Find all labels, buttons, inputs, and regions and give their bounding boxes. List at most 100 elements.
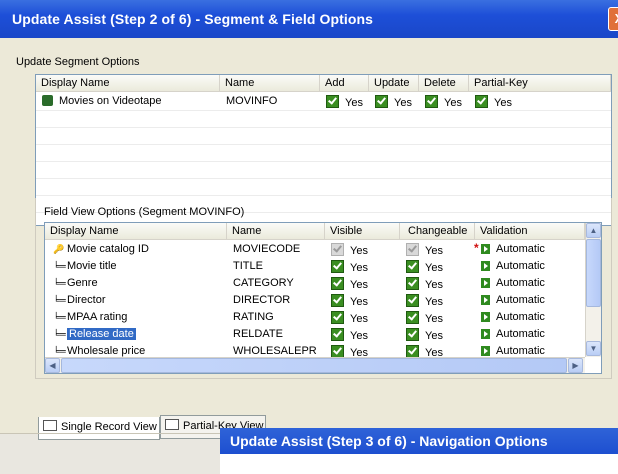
horizontal-scrollbar[interactable]: ◀ ▶: [45, 357, 585, 373]
col-update[interactable]: Update: [369, 75, 419, 92]
partial-key-value: Yes: [494, 97, 512, 109]
visible-value: Yes: [350, 279, 368, 291]
col-visible[interactable]: Visible: [325, 223, 400, 240]
table-row[interactable]: Movies on Videotape: [36, 93, 220, 110]
checkbox-icon: [326, 95, 339, 108]
changeable-checkbox[interactable]: Yes: [400, 275, 475, 292]
single-record-icon: [43, 420, 57, 431]
field-name: MOVIECODE: [233, 243, 301, 255]
checkbox-icon: [331, 328, 344, 341]
visible-checkbox[interactable]: Yes: [325, 326, 400, 343]
add-checkbox[interactable]: Yes: [320, 93, 369, 110]
changeable-checkbox: Yes: [400, 241, 475, 258]
update-checkbox[interactable]: Yes: [369, 93, 419, 110]
table-row[interactable]: ╘═Movie title: [45, 258, 227, 275]
changeable-checkbox[interactable]: Yes: [400, 292, 475, 309]
segment-options-label: Update Segment Options: [16, 56, 140, 68]
col-display-name[interactable]: Display Name: [45, 223, 227, 240]
changeable-value: Yes: [425, 262, 443, 274]
validation-value: Automatic: [496, 345, 545, 357]
field-display-name: Wholesale price: [67, 345, 146, 357]
field-display-name: Genre: [67, 277, 98, 289]
visible-checkbox[interactable]: Yes: [325, 309, 400, 326]
col-name[interactable]: Name: [220, 75, 320, 92]
visible-checkbox[interactable]: Yes: [325, 292, 400, 309]
field-name: RATING: [233, 311, 274, 323]
table-row[interactable]: 🔑 Movie catalog ID: [45, 241, 227, 258]
close-button[interactable]: X: [608, 7, 618, 31]
validation-icon: [481, 261, 490, 271]
checkbox-icon: [475, 95, 488, 108]
scroll-up-icon[interactable]: ▲: [586, 223, 601, 238]
col-changeable[interactable]: Changeable: [400, 223, 475, 240]
segment-display-name: Movies on Videotape: [59, 95, 162, 107]
visible-value: Yes: [350, 330, 368, 342]
col-partial-key[interactable]: Partial-Key: [469, 75, 611, 92]
checkbox-icon: [331, 243, 344, 256]
checkbox-icon: [331, 294, 344, 307]
table-row-selected[interactable]: ╘═ Release date: [45, 326, 227, 343]
checkbox-icon: [331, 277, 344, 290]
validation-cell[interactable]: * Automatic: [474, 241, 585, 258]
visible-checkbox: Yes: [325, 241, 400, 258]
validation-cell[interactable]: Automatic: [475, 258, 585, 275]
validation-cell[interactable]: Automatic: [475, 326, 585, 343]
checkbox-icon: [406, 243, 419, 256]
hscroll-thumb[interactable]: [61, 358, 567, 373]
col-display-name[interactable]: Display Name: [36, 75, 220, 92]
col-add[interactable]: Add: [320, 75, 369, 92]
partial-key-checkbox[interactable]: Yes: [469, 93, 611, 110]
validation-icon: [481, 244, 490, 254]
changeable-checkbox[interactable]: Yes: [400, 326, 475, 343]
validation-icon: [481, 312, 490, 322]
field-icon: ╘═: [53, 295, 66, 305]
checkbox-icon: [406, 277, 419, 290]
validation-icon: [481, 329, 490, 339]
checkbox-icon: [331, 311, 344, 324]
col-validation[interactable]: Validation: [475, 223, 585, 240]
field-display-name: Movie catalog ID: [67, 243, 149, 255]
next-step-title: Update Assist (Step 3 of 6) - Navigation…: [220, 428, 618, 454]
scroll-right-icon[interactable]: ▶: [568, 358, 583, 373]
segment-icon: [42, 95, 53, 106]
validation-cell[interactable]: Automatic: [475, 275, 585, 292]
scroll-thumb[interactable]: [586, 239, 601, 307]
row-divider: [36, 127, 611, 128]
field-name: DIRECTOR: [233, 294, 291, 306]
field-display-name: MPAA rating: [67, 311, 128, 323]
table-row[interactable]: ╘═MPAA rating: [45, 309, 227, 326]
validation-value: Automatic: [496, 243, 545, 255]
visible-value: Yes: [350, 296, 368, 308]
validation-cell[interactable]: Automatic: [475, 292, 585, 309]
window-titlebar: Update Assist (Step 2 of 6) - Segment & …: [0, 0, 618, 38]
validation-cell[interactable]: Automatic: [475, 309, 585, 326]
delete-checkbox[interactable]: Yes: [419, 93, 469, 110]
table-row[interactable]: ╘═Genre: [45, 275, 227, 292]
changeable-checkbox[interactable]: Yes: [400, 258, 475, 275]
visible-checkbox[interactable]: Yes: [325, 275, 400, 292]
changeable-value: Yes: [425, 279, 443, 291]
col-name[interactable]: Name: [227, 223, 325, 240]
table-row[interactable]: ╘═Director: [45, 292, 227, 309]
tab-label: Single Record View: [61, 421, 157, 433]
col-delete[interactable]: Delete: [419, 75, 469, 92]
changeable-value: Yes: [425, 296, 443, 308]
tab-single-record-view[interactable]: Single Record View: [38, 417, 160, 440]
vertical-scrollbar[interactable]: ▲ ▼: [585, 223, 601, 357]
scroll-left-icon[interactable]: ◀: [45, 358, 60, 373]
next-step-window: Update Assist (Step 3 of 6) - Navigation…: [220, 428, 618, 474]
changeable-checkbox[interactable]: Yes: [400, 309, 475, 326]
row-divider: [36, 195, 611, 196]
checkbox-icon: [331, 260, 344, 273]
scroll-down-icon[interactable]: ▼: [586, 341, 601, 356]
row-divider: [36, 161, 611, 162]
add-value: Yes: [345, 97, 363, 109]
field-name: TITLE: [233, 260, 263, 272]
checkbox-icon: [425, 95, 438, 108]
field-name: RELDATE: [233, 328, 283, 340]
row-divider: [36, 178, 611, 179]
checkbox-icon: [406, 260, 419, 273]
visible-checkbox[interactable]: Yes: [325, 258, 400, 275]
row-divider: [36, 144, 611, 145]
field-options-grid[interactable]: Display Name Name Visible Changeable Val…: [44, 222, 602, 374]
